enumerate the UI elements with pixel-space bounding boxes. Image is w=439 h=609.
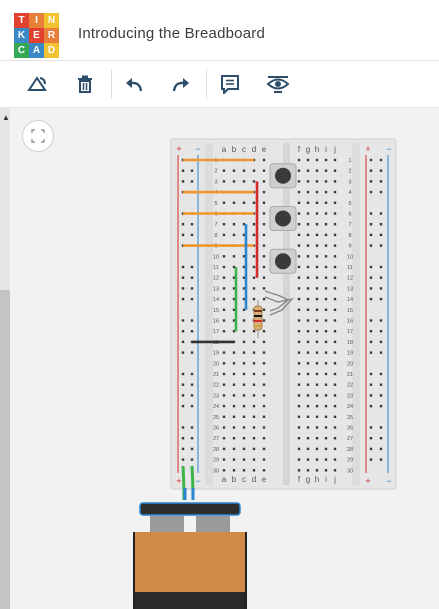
undo-icon (126, 78, 143, 92)
app-header: TINKERCAD Introducing the Breadboard (0, 0, 439, 61)
toolbar-separator (206, 69, 207, 99)
delete-button[interactable] (70, 69, 100, 99)
toolbar-separator (111, 69, 112, 99)
scroll-up-arrow-icon[interactable]: ▲ (2, 113, 10, 122)
logo-letter: C (14, 43, 29, 58)
undo-button[interactable] (119, 69, 149, 99)
tinkercad-logo[interactable]: TINKERCAD (14, 13, 59, 58)
rotate-icon (27, 76, 47, 91)
rotate-button[interactable] (22, 69, 52, 99)
logo-letter: A (29, 43, 44, 58)
logo-letter: K (14, 28, 29, 43)
left-scrollbar-thumb[interactable] (0, 290, 10, 609)
redo-icon (172, 78, 189, 92)
logo-letter: N (44, 13, 59, 28)
fit-view-icon (31, 129, 45, 143)
project-title[interactable]: Introducing the Breadboard (78, 25, 265, 42)
fit-view-button[interactable] (22, 120, 54, 152)
notes-button[interactable] (215, 69, 245, 99)
trash-icon (78, 75, 92, 93)
logo-letter: I (29, 13, 44, 28)
toolbar (0, 61, 439, 108)
eye-icon (266, 76, 290, 93)
logo-letter: D (44, 43, 59, 58)
visibility-button[interactable] (263, 69, 293, 99)
logo-letter: R (44, 28, 59, 43)
redo-button[interactable] (166, 69, 196, 99)
logo-letter: T (14, 13, 29, 28)
circuit-canvas[interactable] (0, 108, 439, 609)
notes-icon (221, 75, 239, 94)
logo-letter: E (29, 28, 44, 43)
